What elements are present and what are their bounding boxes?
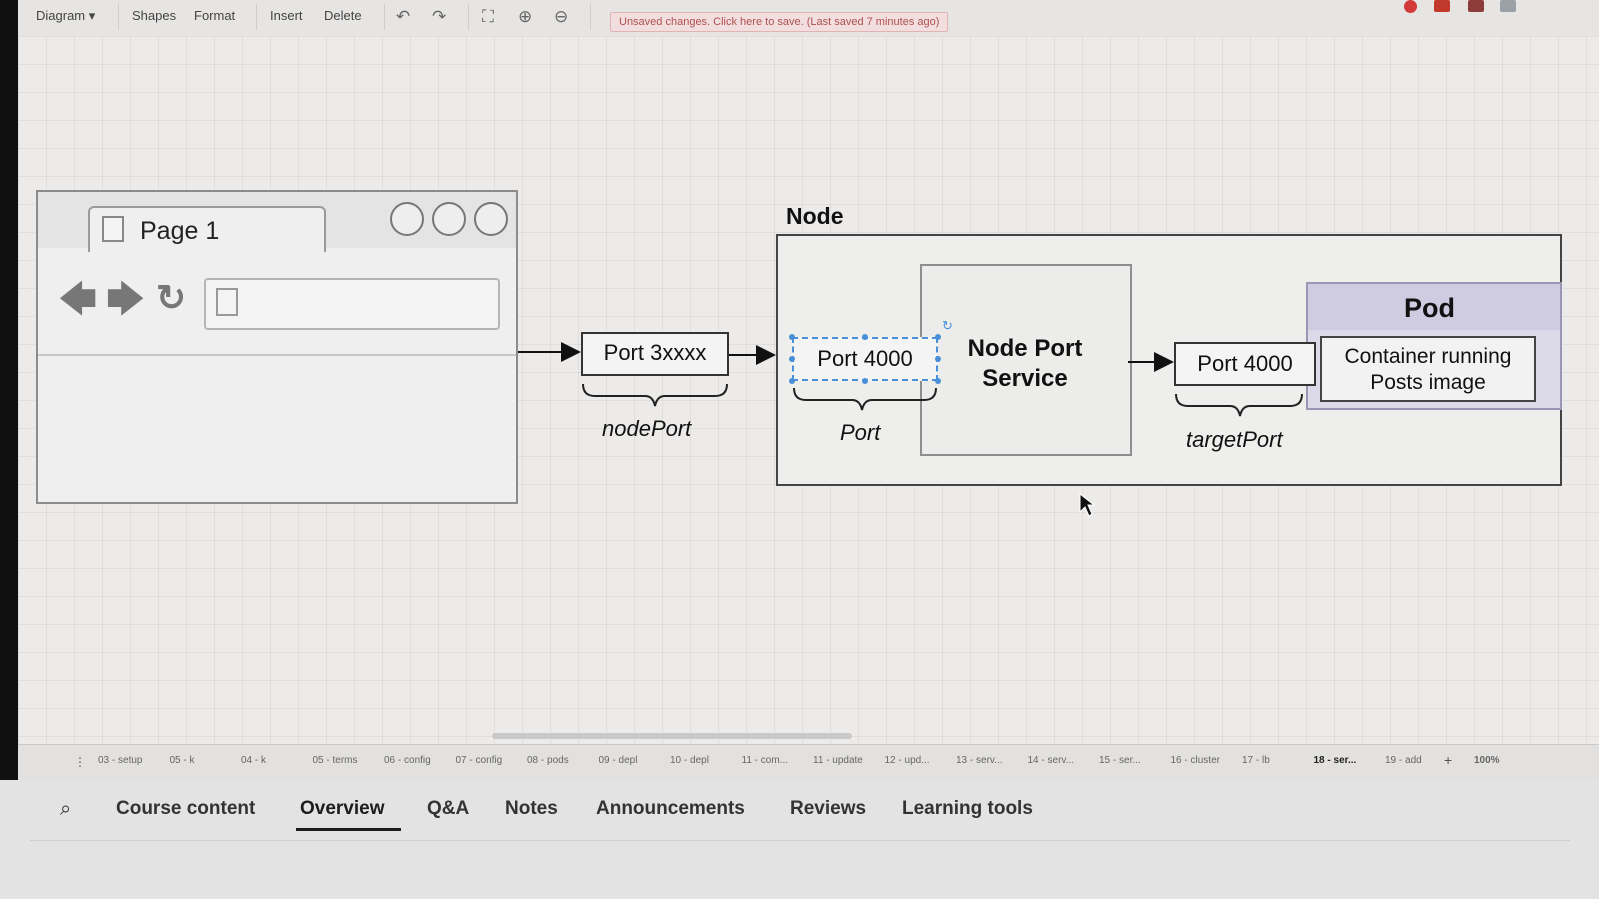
horizontal-scrollbar[interactable] xyxy=(492,733,852,739)
page-tab[interactable]: 08 - pods xyxy=(527,755,569,766)
page-tab[interactable]: 11 - com... xyxy=(742,755,789,766)
add-page-icon[interactable]: + xyxy=(1444,752,1452,768)
tab-qa[interactable]: Q&A xyxy=(427,798,469,820)
page-tab[interactable]: 11 - update xyxy=(813,755,863,766)
tab-reviews[interactable]: Reviews xyxy=(790,798,866,820)
search-icon[interactable]: ⌕ xyxy=(60,798,71,821)
active-tab-underline xyxy=(296,828,401,831)
connectors-layer xyxy=(518,342,1303,517)
page-tab[interactable]: 17 - lb xyxy=(1242,755,1270,766)
page-tab[interactable]: 14 - serv... xyxy=(1028,755,1075,766)
drawio-editor: Diagram ▾ Shapes Format Insert Delete ↶ … xyxy=(18,0,1599,780)
targetport-brace xyxy=(1175,393,1303,417)
page-tab-bar: ⋮ 03 - setup 05 - k 04 - k 05 - terms 06 - c… xyxy=(18,744,1599,780)
nodeport-brace xyxy=(582,383,728,407)
page-tab[interactable]: 07 - config xyxy=(456,755,503,766)
page-tab[interactable]: 06 - config xyxy=(384,755,431,766)
page-tab[interactable]: 16 - cluster xyxy=(1171,755,1220,766)
mouse-cursor-icon xyxy=(1079,492,1096,517)
course-tabs-bar: ⌕ Course content Overview Q&A Notes Anno… xyxy=(0,780,1599,899)
page-tab[interactable]: 15 - ser... xyxy=(1099,755,1141,766)
page-tab[interactable]: 19 - add xyxy=(1385,755,1422,766)
tab-notes[interactable]: Notes xyxy=(505,798,558,820)
page-tab[interactable]: 03 - setup xyxy=(98,755,142,766)
page-tab[interactable]: 13 - serv... xyxy=(956,755,1003,766)
page-tab[interactable]: 10 - depl xyxy=(670,755,709,766)
page-tab[interactable]: 09 - depl xyxy=(599,755,638,766)
page-tab[interactable]: 04 - k xyxy=(241,755,266,766)
page-tab[interactable]: 12 - upd... xyxy=(885,755,930,766)
zoom-level[interactable]: 100% xyxy=(1474,755,1500,766)
pages-menu-icon[interactable]: ⋮ xyxy=(74,755,86,769)
tab-overview[interactable]: Overview xyxy=(300,798,385,820)
tabs-divider xyxy=(30,840,1570,841)
port-brace xyxy=(793,387,937,411)
tab-course-content[interactable]: Course content xyxy=(116,798,255,820)
page-tab[interactable]: 05 - k xyxy=(170,755,195,766)
page-tab[interactable]: 05 - terms xyxy=(313,755,358,766)
tab-announcements[interactable]: Announcements xyxy=(596,798,745,820)
tab-learning-tools[interactable]: Learning tools xyxy=(902,798,1033,820)
page-tab[interactable]: 18 - ser... xyxy=(1314,755,1357,766)
